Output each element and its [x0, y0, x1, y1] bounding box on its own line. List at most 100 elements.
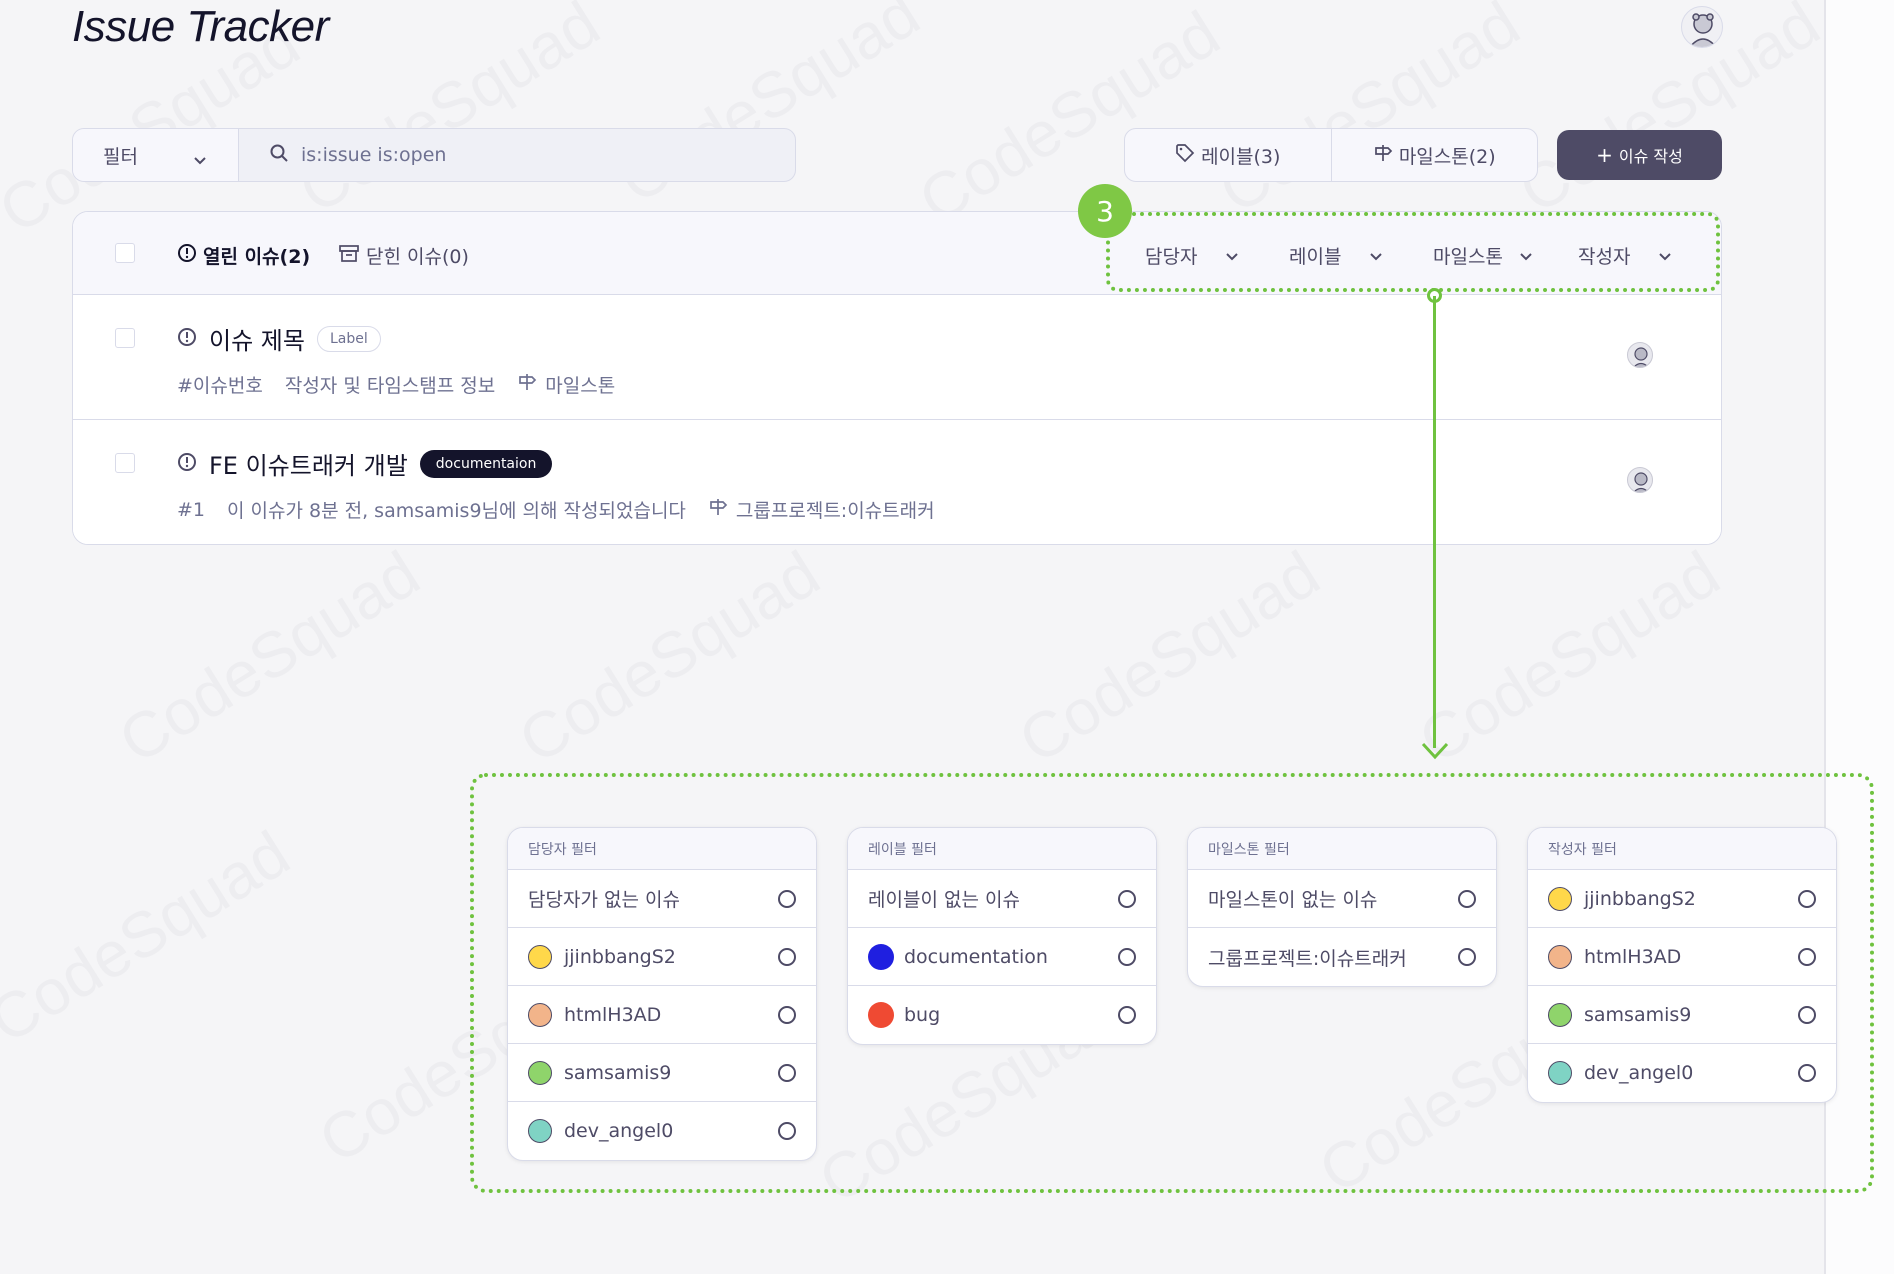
select-all-checkbox[interactable]	[115, 243, 135, 263]
milestone-icon	[517, 372, 537, 397]
radio-button[interactable]	[778, 948, 796, 966]
filter-bar: 필터 is:issue is:open	[72, 128, 796, 182]
search-input[interactable]: is:issue is:open	[239, 129, 795, 181]
filter-option[interactable]: 레이블이 없는 이슈	[848, 870, 1156, 928]
issue-title[interactable]: FE 이슈트래커 개발	[209, 446, 408, 481]
new-issue-label: 이슈 작성	[1618, 147, 1683, 166]
app-title: Issue Tracker	[72, 2, 329, 51]
label-filter-panel: 레이블 필터 레이블이 없는 이슈 documentation bug	[847, 827, 1157, 1045]
user-avatar[interactable]	[1681, 6, 1723, 48]
option-label: jjinbbangS2	[1584, 887, 1696, 910]
radio-button[interactable]	[1118, 890, 1136, 908]
user-avatar	[528, 944, 552, 969]
issue-checkbox[interactable]	[115, 328, 135, 348]
label-color-dot	[868, 1002, 894, 1028]
option-label: htmlH3AD	[564, 1003, 662, 1026]
issue-number: #1	[177, 498, 206, 521]
filter-option[interactable]: 그룹프로젝트:이슈트래커	[1188, 928, 1496, 986]
option-label: 레이블이 없는 이슈	[868, 889, 1020, 911]
milestone-filter-panel: 마일스톤 필터 마일스톤이 없는 이슈 그룹프로젝트:이슈트래커	[1187, 827, 1497, 987]
filter-option[interactable]: htmlH3AD	[508, 986, 816, 1044]
filter-option[interactable]: 마일스톤이 없는 이슈	[1188, 870, 1496, 928]
option-label: 마일스톤이 없는 이슈	[1208, 889, 1378, 911]
open-issues-tab[interactable]: 열린 이슈(2)	[177, 242, 310, 269]
user-avatar	[528, 1060, 552, 1085]
assignee-avatar	[1627, 467, 1653, 493]
filter-option[interactable]: samsamis9	[508, 1044, 816, 1102]
alert-circle-icon	[177, 325, 197, 353]
filter-dropdown-button[interactable]: 필터	[73, 129, 239, 181]
panel-title: 마일스톤 필터	[1188, 828, 1496, 870]
search-icon	[269, 143, 301, 168]
panel-title: 작성자 필터	[1528, 828, 1836, 870]
radio-button[interactable]	[1798, 890, 1816, 908]
issue-number: #이슈번호	[177, 375, 263, 397]
labels-tab[interactable]: 레이블(3)	[1125, 129, 1332, 181]
alert-circle-icon	[177, 450, 197, 478]
radio-button[interactable]	[1118, 948, 1136, 966]
filter-option[interactable]: 담당자가 없는 이슈	[508, 870, 816, 928]
filter-option[interactable]: dev_angel0	[508, 1102, 816, 1160]
panel-title: 담당자 필터	[508, 828, 816, 870]
issue-info: 이 이슈가 8분 전, samsamis9님에 의해 작성되었습니다	[227, 500, 686, 522]
option-label: documentation	[904, 945, 1048, 968]
issue-title[interactable]: 이슈 제목	[209, 321, 305, 356]
assignee-avatar	[1627, 342, 1653, 368]
user-avatar	[1548, 1061, 1572, 1085]
option-label: bug	[904, 1004, 941, 1026]
radio-button[interactable]	[1798, 948, 1816, 966]
radio-button[interactable]	[778, 1122, 796, 1140]
radio-button[interactable]	[1458, 948, 1476, 966]
plus-icon: +	[1596, 143, 1613, 167]
filter-option[interactable]: htmlH3AD	[1528, 928, 1836, 986]
radio-button[interactable]	[778, 1006, 796, 1024]
user-avatar	[528, 1119, 552, 1143]
issue-row[interactable]: 이슈 제목 Label #이슈번호 작성자 및 타임스탬프 정보 마일스톤	[73, 295, 1721, 420]
alert-circle-icon	[177, 243, 197, 268]
arrow-down-icon	[1421, 742, 1449, 760]
filter-option[interactable]: jjinbbangS2	[1528, 870, 1836, 928]
issue-milestone: 마일스톤	[545, 375, 616, 397]
chevron-down-icon	[193, 149, 207, 171]
issue-row[interactable]: FE 이슈트래커 개발 documentaion #1 이 이슈가 8분 전, …	[73, 420, 1721, 544]
radio-button[interactable]	[1458, 890, 1476, 908]
filter-dropdowns-highlight	[1106, 212, 1720, 292]
radio-button[interactable]	[1118, 1006, 1136, 1024]
filter-label: 필터	[103, 145, 138, 168]
radio-button[interactable]	[1798, 1006, 1816, 1024]
user-avatar	[1548, 944, 1572, 969]
filter-option[interactable]: documentation	[848, 928, 1156, 986]
issue-label-badge: Label	[316, 325, 381, 352]
filter-option[interactable]: dev_angel0	[1528, 1044, 1836, 1102]
label-color-dot	[868, 943, 894, 970]
closed-issues-tab[interactable]: 닫힌 이슈(0)	[338, 242, 469, 269]
option-label: samsamis9	[1584, 1003, 1692, 1026]
author-filter-panel: 작성자 필터 jjinbbangS2 htmlH3AD samsamis9 de…	[1527, 827, 1837, 1103]
labels-tab-label: 레이블(3)	[1201, 145, 1281, 168]
panel-title: 레이블 필터	[848, 828, 1156, 870]
open-issues-label: 열린 이슈(2)	[203, 246, 311, 268]
radio-button[interactable]	[1798, 1064, 1816, 1082]
filter-option[interactable]: jjinbbangS2	[508, 928, 816, 986]
tag-icon	[1175, 143, 1195, 168]
radio-button[interactable]	[778, 890, 796, 908]
option-label: htmlH3AD	[1584, 945, 1682, 968]
search-value: is:issue is:open	[301, 144, 447, 166]
option-label: dev_angel0	[564, 1120, 674, 1142]
radio-button[interactable]	[778, 1064, 796, 1082]
label-milestone-tabs: 레이블(3) 마일스톤(2)	[1124, 128, 1538, 182]
connector-line	[1433, 296, 1436, 748]
assignee-filter-panel: 담당자 필터 담당자가 없는 이슈 jjinbbangS2 htmlH3AD s…	[507, 827, 817, 1161]
user-avatar	[1548, 886, 1572, 911]
issue-info: 작성자 및 타임스탬프 정보	[284, 375, 496, 397]
milestones-tab-label: 마일스톤(2)	[1398, 145, 1496, 168]
filter-option[interactable]: samsamis9	[1528, 986, 1836, 1044]
issue-checkbox[interactable]	[115, 453, 135, 473]
option-label: jjinbbangS2	[564, 945, 676, 968]
new-issue-button[interactable]: + 이슈 작성	[1557, 130, 1722, 180]
filter-option[interactable]: bug	[848, 986, 1156, 1044]
milestone-icon	[1373, 143, 1393, 168]
milestones-tab[interactable]: 마일스톤(2)	[1332, 129, 1538, 181]
option-label: dev_angel0	[1584, 1062, 1694, 1084]
option-label: 그룹프로젝트:이슈트래커	[1208, 947, 1407, 970]
